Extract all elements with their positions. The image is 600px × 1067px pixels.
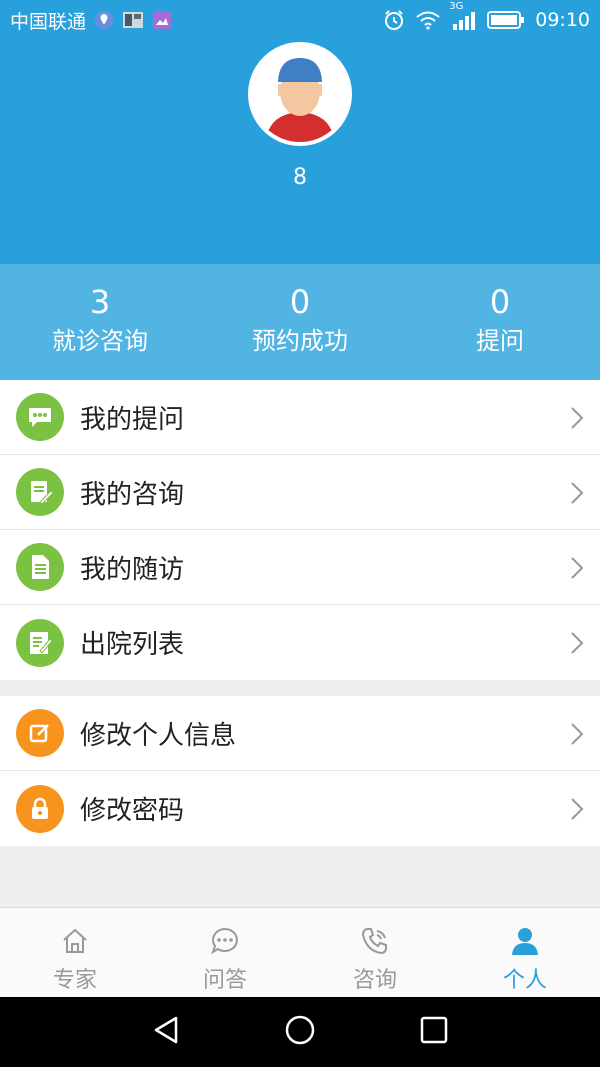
person-icon (509, 924, 541, 958)
menu-item-label: 我的随访 (80, 554, 185, 585)
menu-group-account: 修改个人信息 修改密码 (0, 696, 600, 846)
menu-item-discharge-list[interactable]: 出院列表 (0, 605, 600, 680)
document-icon (16, 543, 64, 591)
profile-header: 8 (0, 40, 600, 264)
bottom-tab-bar: 专家 问答 咨询 个人 (0, 907, 600, 997)
system-nav-bar (0, 997, 600, 1067)
menu-group-records: 我的提问 我的咨询 我的随访 出院列表 (0, 380, 600, 680)
menu-item-my-questions[interactable]: 我的提问 (0, 380, 600, 455)
lock-icon (16, 784, 64, 833)
gallery-icon (152, 10, 172, 30)
home-icon (60, 924, 90, 958)
menu-item-label: 修改个人信息 (80, 720, 237, 751)
status-bar: 中国联通 3G 09:10 (0, 0, 600, 40)
alarm-icon (383, 9, 405, 31)
tab-label: 问答 (202, 968, 247, 993)
stats-panel: 3 就诊咨询 0 预约成功 0 提问 (0, 264, 600, 380)
tab-consult[interactable]: 咨询 (300, 908, 450, 997)
chevron-right-icon (570, 722, 584, 750)
chevron-right-icon (570, 797, 584, 825)
stat-label: 就诊咨询 (52, 327, 148, 355)
signal-icon: 3G (449, 1, 477, 31)
stat-visits[interactable]: 3 就诊咨询 (0, 264, 200, 380)
stat-label: 提问 (476, 327, 524, 355)
stat-appointments[interactable]: 0 预约成功 (200, 264, 400, 380)
chevron-right-icon (570, 556, 584, 584)
stat-value: 0 (289, 283, 311, 321)
chat-icon (209, 924, 241, 958)
menu-item-my-followups[interactable]: 我的随访 (0, 530, 600, 605)
stat-value: 0 (489, 283, 511, 321)
chevron-right-icon (570, 631, 584, 659)
chat-bubble-icon (16, 393, 64, 441)
chevron-right-icon (570, 406, 584, 434)
tab-experts[interactable]: 专家 (0, 908, 150, 997)
username: 8 (293, 165, 307, 190)
stat-label: 预约成功 (252, 327, 348, 355)
edit-icon (16, 709, 64, 757)
battery-icon (487, 10, 525, 30)
recents-icon[interactable] (420, 1016, 448, 1048)
chevron-right-icon (570, 481, 584, 509)
discharge-list-icon (16, 618, 64, 667)
stat-value: 3 (89, 283, 111, 321)
tab-qa[interactable]: 问答 (150, 908, 300, 997)
wifi-icon (415, 10, 441, 30)
tab-label: 咨询 (352, 968, 397, 993)
phone-icon (359, 924, 391, 958)
menu-item-label: 我的提问 (80, 404, 185, 435)
image-icon (122, 10, 144, 30)
menu-item-label: 我的咨询 (80, 479, 185, 510)
tab-label: 专家 (52, 968, 97, 993)
clock-label: 09:10 (535, 9, 590, 31)
menu-item-label: 修改密码 (80, 796, 185, 826)
tab-label: 个人 (502, 968, 547, 993)
menu-item-edit-profile[interactable]: 修改个人信息 (0, 696, 600, 771)
stat-questions[interactable]: 0 提问 (400, 264, 600, 380)
back-icon[interactable] (152, 1015, 180, 1049)
tab-personal[interactable]: 个人 (450, 908, 600, 997)
edit-document-icon (16, 468, 64, 516)
network-label: 3G (449, 1, 464, 12)
menu-item-my-consultations[interactable]: 我的咨询 (0, 455, 600, 530)
home-circle-icon[interactable] (284, 1014, 316, 1050)
location-icon (94, 10, 114, 30)
menu-item-change-password[interactable]: 修改密码 (0, 771, 600, 846)
carrier-label: 中国联通 (10, 10, 87, 33)
menu-item-label: 出院列表 (80, 630, 185, 660)
user-avatar[interactable] (248, 42, 352, 146)
